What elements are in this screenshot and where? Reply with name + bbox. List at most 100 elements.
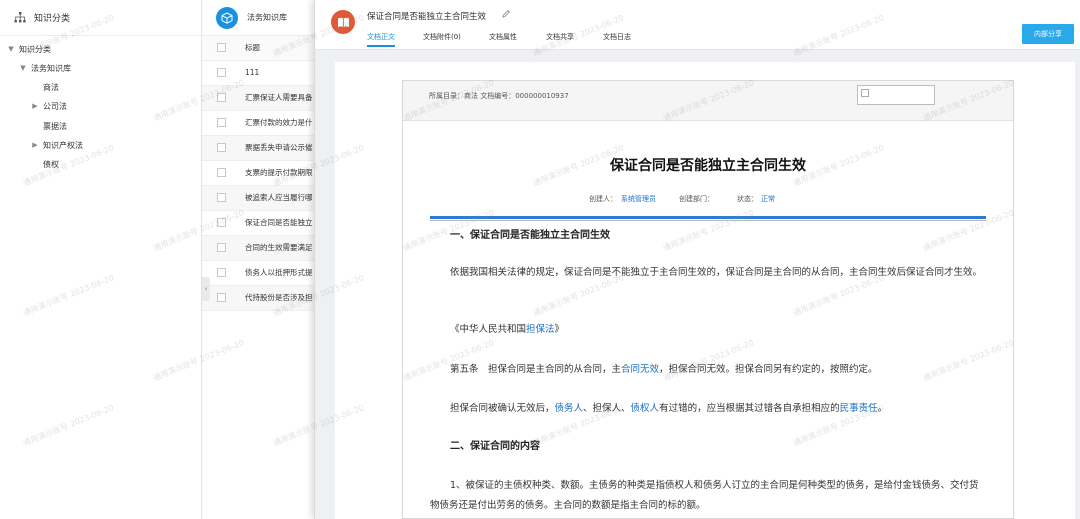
tree-node-label: 知识产权法 bbox=[43, 140, 83, 150]
tree-node-label: 商法 bbox=[43, 82, 59, 92]
tree-node-label: 知识分类 bbox=[19, 44, 51, 54]
list-item[interactable]: 汇票保证人需要具备 bbox=[202, 86, 314, 111]
row-checkbox[interactable] bbox=[217, 168, 226, 178]
internal-share-button[interactable]: 内部分享 bbox=[1022, 24, 1074, 44]
list-item[interactable]: 代持股份是否涉及担 bbox=[202, 286, 314, 311]
list-item[interactable]: 债务人以抵押形式提 bbox=[202, 261, 314, 286]
document-list-panel: 法务知识库 标题 111 汇票保证人需要具备 汇票付款的效力是什 票据丢失申请公… bbox=[202, 0, 314, 519]
paragraph-3-text-end: ，担保合同无效。担保合同另有约定的，按照约定。 bbox=[659, 364, 878, 375]
row-checkbox[interactable] bbox=[217, 118, 226, 128]
creator-value[interactable]: 系统管理员 bbox=[621, 194, 656, 204]
list-item-title[interactable]: 票据丢失申请公示催 bbox=[245, 142, 313, 153]
tree-node-label: 法务知识库 bbox=[31, 63, 71, 73]
status-value: 正常 bbox=[761, 195, 775, 203]
tree-node-label: 债权 bbox=[43, 159, 59, 169]
row-checkbox[interactable] bbox=[217, 193, 226, 203]
list-item-title[interactable]: 代持股份是否涉及担 bbox=[245, 292, 313, 303]
broken-image-icon bbox=[857, 85, 935, 105]
list-item[interactable]: 111 bbox=[202, 61, 314, 86]
paragraph-2-text-end: 》 bbox=[554, 324, 565, 335]
tab-document-body[interactable]: 文档正文 bbox=[367, 32, 395, 47]
chevron-left-icon: ‹ bbox=[204, 285, 208, 293]
tree-title: 知识分类 bbox=[34, 14, 71, 24]
list-item-title[interactable]: 合同的生效需要满足 bbox=[245, 242, 313, 253]
list-item-title[interactable]: 被追索人应当履行哪 bbox=[245, 192, 313, 203]
caret-down-icon[interactable]: ▼ bbox=[6, 45, 16, 53]
title-divider bbox=[430, 216, 986, 219]
list-item[interactable]: 被追索人应当履行哪 bbox=[202, 186, 314, 211]
list-item[interactable]: 票据丢失申请公示催 bbox=[202, 136, 314, 161]
tab-attachments[interactable]: 文档附件(0) bbox=[423, 32, 461, 45]
tree-node-label: 公司法 bbox=[43, 101, 67, 111]
row-checkbox[interactable] bbox=[217, 218, 226, 228]
list-item[interactable]: 汇票付款的效力是什 bbox=[202, 111, 314, 136]
section-heading-2: 二、保证合同的内容 bbox=[450, 441, 540, 452]
tree-node-label: 票据法 bbox=[43, 121, 67, 131]
tree-node-legal-kb[interactable]: ▼ 法务知识库 bbox=[18, 60, 71, 76]
select-all-checkbox[interactable] bbox=[217, 43, 226, 53]
link-civil-liability[interactable]: 民事责任 bbox=[840, 403, 878, 414]
row-checkbox[interactable] bbox=[217, 68, 226, 78]
link-guarantee-law[interactable]: 担保法 bbox=[526, 324, 555, 335]
paragraph-3-text: 第五条 担保合同是主合同的从合同，主 bbox=[450, 364, 622, 375]
column-header-title: 标题 bbox=[245, 43, 260, 53]
cube-icon bbox=[216, 6, 238, 29]
paragraph-4-text: 有过错的，应当根据其过错各自承担相应的 bbox=[659, 403, 840, 414]
paragraph-1: 依据我国相关法律的规定，保证合同是不能独立于主合同生效的，保证合同是主合同的从合… bbox=[450, 267, 983, 278]
collapse-panel-button[interactable]: ‹ bbox=[202, 277, 210, 301]
tab-sharing[interactable]: 文档共享 bbox=[546, 32, 574, 45]
list-item-title[interactable]: 债务人以抵押形式提 bbox=[245, 267, 313, 278]
list-header: 法务知识库 bbox=[202, 0, 314, 36]
list-item[interactable]: 支票的提示付款期限 bbox=[202, 161, 314, 186]
paragraph-4-text: 担保合同被确认无效后， bbox=[450, 403, 555, 414]
row-checkbox[interactable] bbox=[217, 93, 226, 103]
status-label: 状态： bbox=[737, 195, 758, 203]
link-debtor[interactable]: 债务人 bbox=[555, 403, 584, 414]
section-heading-1: 一、保证合同是否能独立主合同生效 bbox=[450, 230, 610, 241]
document-paper: 所属目录：商法 文档编号：000000010937 保证合同是否能独立主合同生效… bbox=[402, 80, 1014, 519]
caret-down-icon[interactable]: ▼ bbox=[18, 64, 28, 72]
article-title: 保证合同是否能独立主合同生效 bbox=[610, 158, 806, 174]
list-item[interactable]: 保证合同是否能独立 bbox=[202, 211, 314, 236]
paragraph-5: 1、被保证的主债权种类、数额。主债务的种类是指债权人和债务人订立的主合同是何种类… bbox=[430, 480, 979, 511]
list-item-title[interactable]: 汇票付款的效力是什 bbox=[245, 117, 313, 128]
link-contract-invalid[interactable]: 合同无效 bbox=[621, 364, 659, 375]
paragraph-4-text: 。 bbox=[877, 403, 888, 414]
tree-header: 知识分类 bbox=[0, 0, 201, 36]
row-checkbox[interactable] bbox=[217, 293, 226, 303]
tab-properties[interactable]: 文档属性 bbox=[489, 32, 517, 45]
title-divider-thin bbox=[430, 220, 986, 221]
row-checkbox[interactable] bbox=[217, 268, 226, 278]
paragraph-4: 担保合同被确认无效后，债务人、担保人、债权人有过错的，应当根据其过错各自承担相应… bbox=[450, 399, 1006, 419]
list-item-title[interactable]: 保证合同是否能独立 bbox=[245, 217, 313, 228]
list-column-header: 标题 bbox=[202, 36, 314, 61]
list-item-title[interactable]: 111 bbox=[245, 68, 259, 77]
tree-node-company-law[interactable]: ▶ 公司法 bbox=[30, 98, 67, 114]
document-header: 保证合同是否能独立主合同生效 文档正文 文档附件(0) 文档属性 文档共享 文档… bbox=[315, 0, 1080, 50]
list-item[interactable]: 合同的生效需要满足 bbox=[202, 236, 314, 261]
hierarchy-icon bbox=[14, 11, 26, 24]
tree-node-ip-law[interactable]: ▶ 知识产权法 bbox=[30, 137, 83, 153]
paragraph-2: 《中华人民共和国担保法》 bbox=[450, 320, 1006, 340]
caret-right-icon[interactable]: ▶ bbox=[30, 141, 40, 149]
tab-log[interactable]: 文档日志 bbox=[603, 32, 631, 45]
edit-pencil-icon[interactable] bbox=[501, 9, 511, 19]
row-checkbox[interactable] bbox=[217, 243, 226, 253]
list-title: 法务知识库 bbox=[247, 13, 287, 22]
paragraph-3: 第五条 担保合同是主合同的从合同，主合同无效，担保合同无效。担保合同另有约定的，… bbox=[450, 360, 1006, 380]
list-item-title[interactable]: 支票的提示付款期限 bbox=[245, 167, 313, 178]
book-icon bbox=[331, 10, 355, 34]
creator-label: 创建人： bbox=[589, 195, 617, 203]
caret-right-icon[interactable]: ▶ bbox=[30, 102, 40, 110]
tree-node-negotiable-instruments-law[interactable]: 票据法 bbox=[30, 118, 67, 134]
tree-node-root[interactable]: ▼ 知识分类 bbox=[6, 41, 51, 57]
row-checkbox[interactable] bbox=[217, 143, 226, 153]
paragraph-4-text: 、担保人、 bbox=[583, 403, 631, 414]
paragraph-2-text: 《中华人民共和国 bbox=[450, 324, 527, 335]
document-meta-bar: 所属目录：商法 文档编号：000000010937 bbox=[403, 81, 1013, 121]
link-creditor[interactable]: 债权人 bbox=[631, 403, 660, 414]
list-item-title[interactable]: 汇票保证人需要具备 bbox=[245, 92, 313, 103]
tree-node-creditor-rights[interactable]: 债权 bbox=[30, 156, 59, 172]
tree-node-commercial-law[interactable]: 商法 bbox=[30, 79, 59, 95]
document-title: 保证合同是否能独立主合同生效 bbox=[367, 12, 487, 22]
